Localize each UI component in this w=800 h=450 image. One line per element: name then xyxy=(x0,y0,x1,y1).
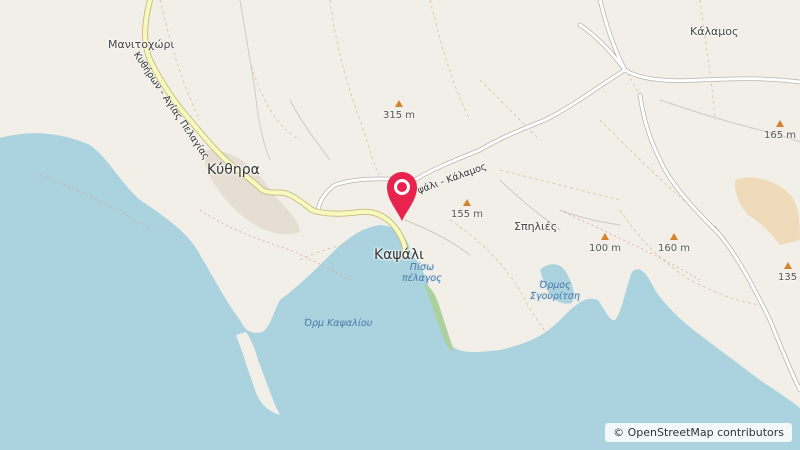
bay-sgouritsi xyxy=(540,264,574,304)
farmland-patch xyxy=(734,177,800,245)
location-pin-icon[interactable] xyxy=(385,170,419,222)
map-base-layer xyxy=(0,0,800,450)
map-canvas[interactable]: Μανιτοχώρι Κάλαμος Κύθηρα Καψάλι Σπηλιές… xyxy=(0,0,800,450)
attribution[interactable]: © OpenStreetMap contributors xyxy=(605,423,792,442)
